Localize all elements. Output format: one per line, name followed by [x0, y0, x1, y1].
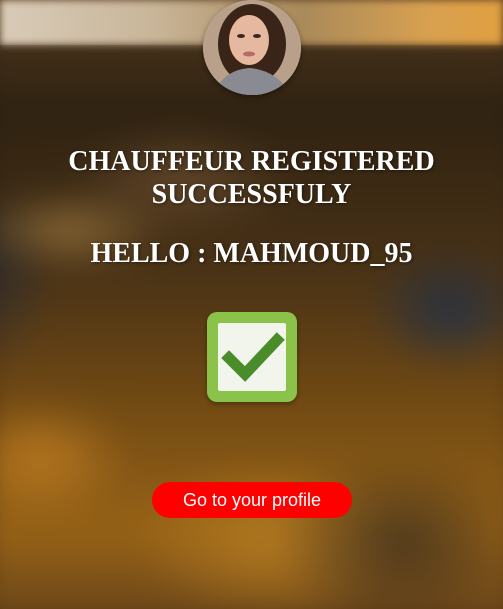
page-title: CHAUFFEUR REGISTERED SUCCESSFULY [68, 146, 435, 210]
greeting-text: HELLO : MAHMOUD_95 [90, 238, 413, 269]
avatar-photo-icon [203, 0, 301, 95]
success-page: CHAUFFEUR REGISTERED SUCCESSFULY HELLO :… [0, 0, 503, 609]
avatar [203, 0, 301, 95]
go-to-profile-button[interactable]: Go to your profile [152, 482, 352, 518]
check-mark-icon [207, 312, 297, 402]
check-glyph [221, 332, 285, 382]
